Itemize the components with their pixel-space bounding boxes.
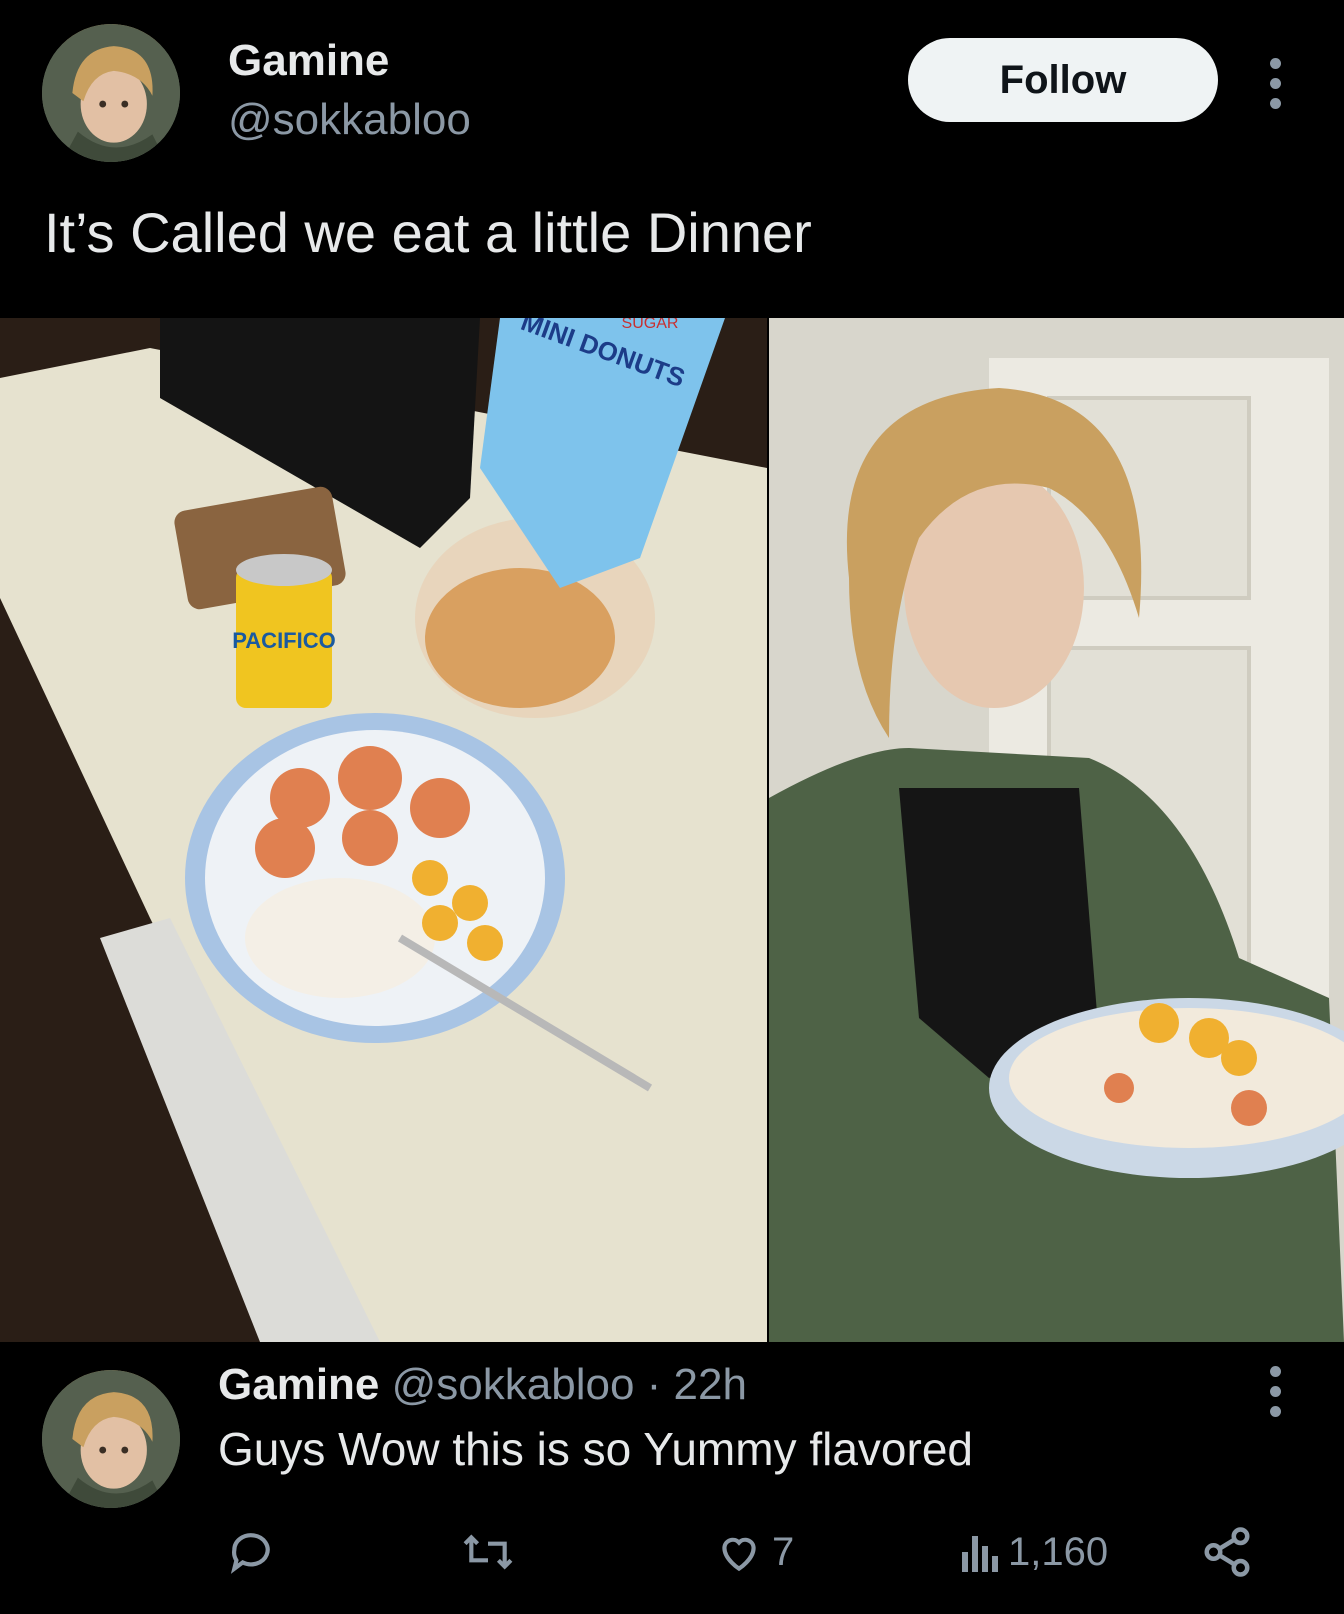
like-action[interactable]: 7 — [714, 1522, 794, 1582]
dinner-photo[interactable]: PACIFICO MINI DONUTS SUGAR — [0, 318, 767, 1342]
selfie-photo[interactable] — [769, 318, 1344, 1342]
reply-handle-time[interactable]: @sokkabloo · 22h — [392, 1360, 747, 1409]
views-count: 1,160 — [1008, 1529, 1109, 1574]
author-avatar[interactable] — [42, 24, 180, 162]
reply-text: Guys Wow this is so Yummy flavored — [218, 1423, 974, 1475]
heart-icon — [722, 1537, 756, 1572]
repost-action[interactable] — [460, 1522, 524, 1582]
tweet-media: PACIFICO MINI DONUTS SUGAR — [0, 318, 1344, 1342]
views-action[interactable]: 1,160 — [960, 1522, 1108, 1582]
repost-icon — [463, 1534, 513, 1570]
reply-author-avatar[interactable] — [42, 1370, 180, 1508]
author-handle[interactable]: @sokkabloo — [228, 95, 471, 145]
comment-icon — [230, 1533, 270, 1574]
more-options-icon[interactable] — [1268, 58, 1282, 109]
reply-more-options-icon[interactable] — [1268, 1366, 1282, 1417]
reply-actions: 7 1,160 — [0, 1522, 1344, 1582]
share-action[interactable] — [1200, 1522, 1254, 1582]
reply-display-name[interactable]: Gamine — [218, 1360, 379, 1409]
author-display-name[interactable]: Gamine — [228, 36, 389, 86]
tweet-text: It’s Called we eat a little Dinner — [44, 201, 812, 264]
views-icon — [962, 1536, 998, 1572]
reply-tweet[interactable]: Gamine @sokkabloo · 22h Guys Wow this is… — [0, 1342, 1344, 1614]
like-count: 7 — [772, 1529, 795, 1574]
reply-header: Gamine @sokkabloo · 22h — [218, 1360, 747, 1410]
can-label: PACIFICO — [232, 628, 335, 653]
reply-action[interactable] — [226, 1522, 284, 1582]
donuts-sublabel: SUGAR — [622, 318, 679, 332]
share-icon — [1204, 1527, 1250, 1577]
post-header: Gamine @sokkabloo Follow — [0, 0, 1344, 170]
follow-button[interactable]: Follow — [908, 38, 1218, 122]
